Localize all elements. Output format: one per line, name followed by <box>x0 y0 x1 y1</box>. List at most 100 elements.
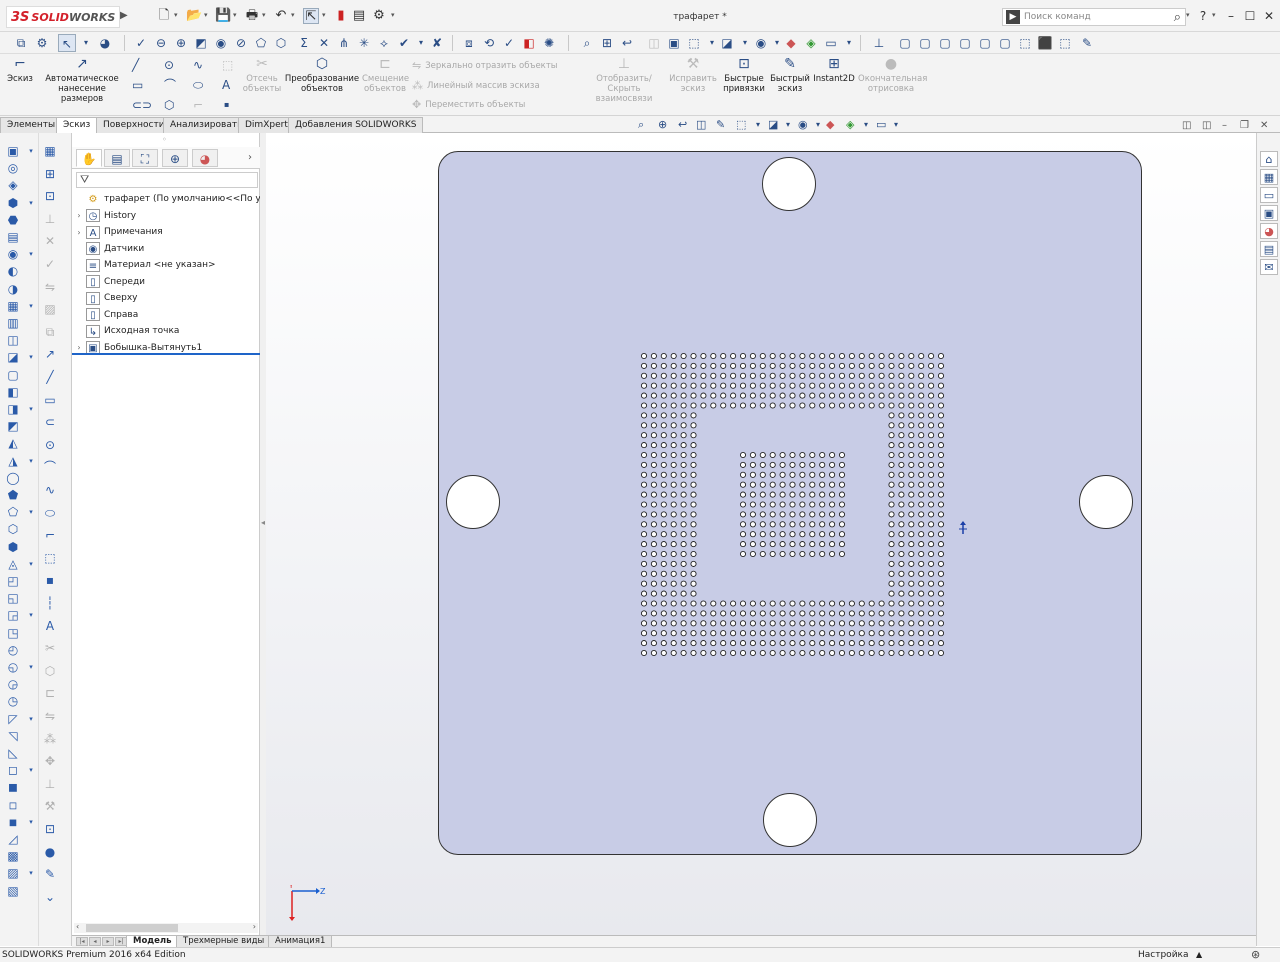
bga-hole[interactable] <box>759 392 766 399</box>
bga-hole[interactable] <box>759 451 766 459</box>
bga-hole[interactable] <box>660 600 667 607</box>
bga-hole[interactable] <box>769 382 776 389</box>
forum-icon[interactable]: ✉ <box>1260 259 1278 275</box>
save-dropdown-icon[interactable]: ▾ <box>233 11 237 19</box>
bga-hole[interactable] <box>908 531 915 538</box>
bga-hole[interactable] <box>769 541 776 548</box>
bga-hole[interactable] <box>848 640 855 647</box>
configurationmanager-tab-icon[interactable]: ⛶ <box>132 149 158 167</box>
status-up-arrow-icon[interactable]: ▲ <box>1196 950 1202 959</box>
bga-hole[interactable] <box>799 402 806 409</box>
bga-hole[interactable] <box>769 372 776 379</box>
zoom-area-icon[interactable]: ⊞ <box>598 34 616 52</box>
rectangle-icon[interactable]: ▭ <box>132 76 143 94</box>
wrap-icon[interactable]: ◧ <box>4 384 22 400</box>
bga-hole[interactable] <box>937 451 945 459</box>
bga-hole[interactable] <box>739 511 747 518</box>
bga-hole[interactable] <box>670 432 677 439</box>
bga-hole[interactable] <box>799 471 806 478</box>
bga-hole[interactable] <box>749 451 756 459</box>
bga-hole[interactable] <box>759 521 766 528</box>
bga-hole[interactable] <box>759 372 766 379</box>
bga-hole[interactable] <box>868 640 875 647</box>
bga-hole[interactable] <box>799 352 806 360</box>
bga-hole[interactable] <box>819 620 826 627</box>
bga-hole[interactable] <box>928 630 935 637</box>
bga-hole[interactable] <box>749 541 756 548</box>
bga-hole[interactable] <box>799 620 806 627</box>
dropdown-arrow-icon[interactable] <box>22 418 40 434</box>
bga-hole[interactable] <box>739 600 747 607</box>
bga-hole[interactable] <box>680 442 687 449</box>
view-back-icon[interactable]: ▢ <box>916 34 934 52</box>
bga-hole[interactable] <box>730 402 737 409</box>
bga-hole[interactable] <box>700 402 707 409</box>
bga-hole[interactable] <box>898 372 905 379</box>
scroll-thumb[interactable] <box>86 924 178 932</box>
mold-tools-icon[interactable]: ▨ <box>4 865 22 881</box>
bga-hole[interactable] <box>769 481 776 488</box>
check-icon[interactable]: ⬠ <box>252 34 270 52</box>
tree-node[interactable]: ⚙ трафарет (По умолчанию<<По умолча <box>72 191 290 208</box>
bga-hole[interactable] <box>650 442 657 449</box>
bga-hole[interactable] <box>670 422 677 429</box>
bga-hole[interactable] <box>779 610 786 617</box>
bga-hole[interactable] <box>918 580 925 587</box>
line-icon[interactable]: ╱ <box>132 56 139 74</box>
base-flange-icon[interactable]: ⬠ <box>4 504 22 520</box>
mirror-entities-button[interactable]: ⇋ Зеркально отразить объекты <box>412 59 557 72</box>
bga-hole[interactable] <box>739 392 747 399</box>
bga-hole[interactable] <box>660 531 667 538</box>
bga-hole[interactable] <box>799 382 806 389</box>
bga-hole[interactable] <box>700 610 707 617</box>
move-entities-button[interactable]: ✥ Переместить объекты <box>412 98 525 111</box>
weld-bead-icon[interactable]: ◿ <box>4 831 22 847</box>
bga-hole[interactable] <box>937 620 945 627</box>
bga-hole[interactable] <box>769 640 776 647</box>
bga-hole[interactable] <box>799 531 806 538</box>
bga-hole[interactable] <box>650 620 657 627</box>
jog-icon[interactable]: ◰ <box>4 573 22 589</box>
bga-hole[interactable] <box>848 610 855 617</box>
bga-hole[interactable] <box>819 640 826 647</box>
bga-hole[interactable] <box>918 432 925 439</box>
bga-hole[interactable] <box>898 382 905 389</box>
bga-hole[interactable] <box>928 362 935 369</box>
bga-hole[interactable] <box>660 481 667 488</box>
bga-hole[interactable] <box>690 511 697 518</box>
bga-hole[interactable] <box>749 521 756 528</box>
bga-hole[interactable] <box>858 600 865 607</box>
bga-hole[interactable] <box>789 620 796 627</box>
bga-hole[interactable] <box>749 501 756 508</box>
bga-hole[interactable] <box>690 481 697 488</box>
bga-hole[interactable] <box>660 412 667 419</box>
bga-hole[interactable] <box>670 392 677 399</box>
bga-hole[interactable] <box>779 372 786 379</box>
sheet-metal-icon[interactable]: ⬟ <box>4 487 22 503</box>
fully-define-icon[interactable]: ✓ <box>41 256 59 272</box>
bga-hole[interactable] <box>868 362 875 369</box>
bga-hole[interactable] <box>690 471 697 478</box>
bga-hole[interactable] <box>858 630 865 637</box>
bga-hole[interactable] <box>838 630 846 637</box>
bga-hole[interactable] <box>680 432 687 439</box>
viewport-restore-left-icon[interactable]: ◫ <box>1182 120 1191 131</box>
ellipse-icon[interactable]: ⬭ <box>193 76 203 94</box>
bga-hole[interactable] <box>868 372 875 379</box>
bga-hole[interactable] <box>937 491 945 498</box>
bga-hole[interactable] <box>650 570 657 577</box>
viewport-minimize-icon[interactable]: – <box>1222 120 1227 131</box>
bga-hole[interactable] <box>829 392 836 399</box>
bga-hole[interactable] <box>660 541 667 548</box>
bga-hole[interactable] <box>680 392 687 399</box>
bga-hole[interactable] <box>730 382 737 389</box>
bga-hole[interactable] <box>700 649 707 657</box>
bga-hole[interactable] <box>670 610 677 617</box>
bga-hole[interactable] <box>918 412 925 419</box>
dropdown-arrow-icon[interactable] <box>22 883 40 899</box>
bga-hole[interactable] <box>928 481 935 488</box>
bga-hole[interactable] <box>858 640 865 647</box>
bga-hole[interactable] <box>928 640 935 647</box>
bga-hole[interactable] <box>670 352 677 360</box>
bga-hole[interactable] <box>680 501 687 508</box>
